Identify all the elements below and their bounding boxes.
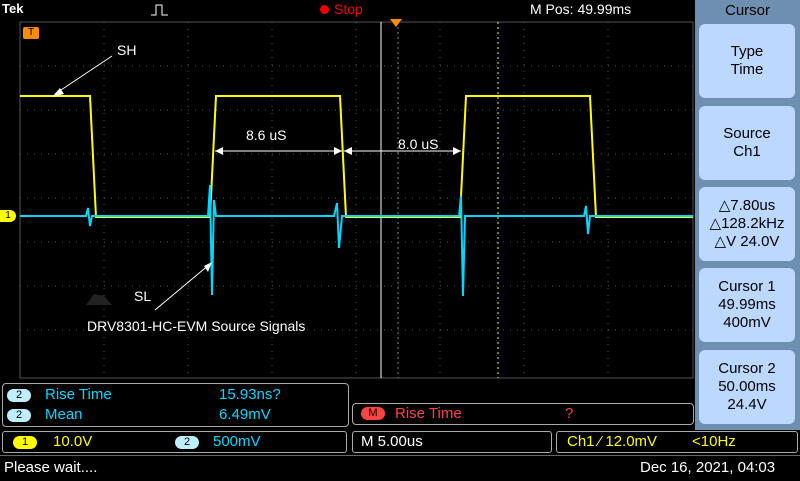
side-menu-title: Cursor	[724, 2, 770, 19]
channel-bar: 1 10.0V 2 500mV M 5.00us Ch1 ⁄ 12.0mV <1…	[0, 430, 800, 455]
sl-label: SL	[134, 288, 152, 304]
math-measurement[interactable]: M Rise Time ?	[352, 403, 694, 425]
cursor-type-button[interactable]: Type Time	[699, 24, 795, 98]
measurement-name: Mean	[45, 406, 83, 423]
measurement-name: Rise Time	[395, 405, 462, 422]
measurement-row: 2 Rise Time 15.93ns?	[7, 386, 342, 404]
trigger-level-marker: T	[23, 27, 39, 39]
side-btn-line: Cursor 2	[718, 360, 776, 377]
measurement-value: ?	[565, 405, 574, 422]
cursor-source-button[interactable]: Source Ch1	[699, 106, 795, 180]
measurement-row: 2 Mean 6.49mV	[7, 406, 342, 424]
cursor-1-button[interactable]: Cursor 1 49.99ms 400mV	[699, 268, 795, 342]
ch2-chip: 2	[7, 408, 31, 422]
horizontal-position: M Pos: 49.99ms	[530, 1, 632, 17]
measurement-name: Rise Time	[45, 386, 112, 403]
measurement-value: 15.93ns?	[219, 386, 281, 403]
trigger-setting: Ch1 ⁄ 12.0mV	[567, 433, 658, 450]
cursor-2-button[interactable]: Cursor 2 50.00ms 24.4V	[699, 350, 795, 424]
ch2-chip: 2	[175, 436, 199, 449]
gap-width-label: 8.0 uS	[398, 136, 439, 152]
ch1-scale: 10.0V	[53, 433, 93, 450]
top-status-bar: Tek Stop M Pos: 49.99ms	[0, 0, 695, 20]
brand-logo: Tek	[2, 1, 24, 16]
trigger-mode-icon	[151, 4, 168, 16]
trigger-position-icon	[390, 19, 402, 27]
measurement-value: 6.49mV	[219, 406, 271, 423]
side-btn-line: 50.00ms	[718, 378, 776, 395]
side-btn-line: Cursor 1	[718, 278, 776, 295]
side-btn-line: △V 24.0V	[714, 233, 780, 250]
ch2-scale: 500mV	[213, 433, 261, 450]
side-btn-line: 24.4V	[727, 396, 767, 413]
status-message: Please wait....	[4, 459, 98, 476]
status-bar: Please wait.... Dec 16, 2021, 04:03	[0, 455, 800, 481]
ch2-waveform	[20, 184, 693, 297]
side-btn-line: Type	[730, 43, 764, 60]
ch1-waveform	[20, 95, 693, 218]
ch1-chip: 1	[13, 436, 37, 449]
trigger-frequency: <10Hz	[692, 433, 736, 450]
side-btn-line: 49.99ms	[718, 296, 776, 313]
caption: DRV8301-HC-EVM Source Signals	[87, 318, 306, 334]
acquisition-state: Stop	[334, 1, 363, 17]
cursor-side-menu: Cursor Type Time Source Ch1 △7.80us △128…	[695, 0, 800, 430]
stop-indicator-icon	[320, 5, 329, 14]
date-time: Dec 16, 2021, 04:03	[640, 459, 776, 476]
pulse-width-label: 8.6 uS	[246, 127, 287, 143]
side-btn-line: △7.80us	[718, 197, 776, 214]
waveform-display[interactable]: T 1 SH SL 8.6 uS 8.0 uS DRV8301-HC-EVM S…	[0, 19, 695, 382]
side-btn-line: 400mV	[723, 314, 771, 331]
ch2-chip: 2	[7, 388, 31, 402]
side-btn-line: △128.2kHz	[709, 215, 785, 232]
channel-scales[interactable]: 1 10.0V 2 500mV	[2, 431, 347, 453]
measurement-panel[interactable]: 2 Rise Time 15.93ns? 2 Mean 6.49mV	[2, 383, 349, 427]
math-chip: M	[361, 407, 385, 420]
side-btn-line: Ch1	[733, 143, 761, 160]
side-btn-line: Time	[730, 61, 764, 78]
timebase: M 5.00us	[361, 433, 423, 450]
ch1-ground-marker: 1	[0, 210, 16, 222]
timebase-cell[interactable]: M 5.00us	[352, 431, 552, 453]
side-btn-line: Source	[723, 125, 771, 142]
trigger-cell[interactable]: Ch1 ⁄ 12.0mV <10Hz	[556, 431, 798, 453]
sh-label: SH	[117, 42, 137, 58]
cursor-delta-readout[interactable]: △7.80us △128.2kHz △V 24.0V	[699, 187, 795, 261]
